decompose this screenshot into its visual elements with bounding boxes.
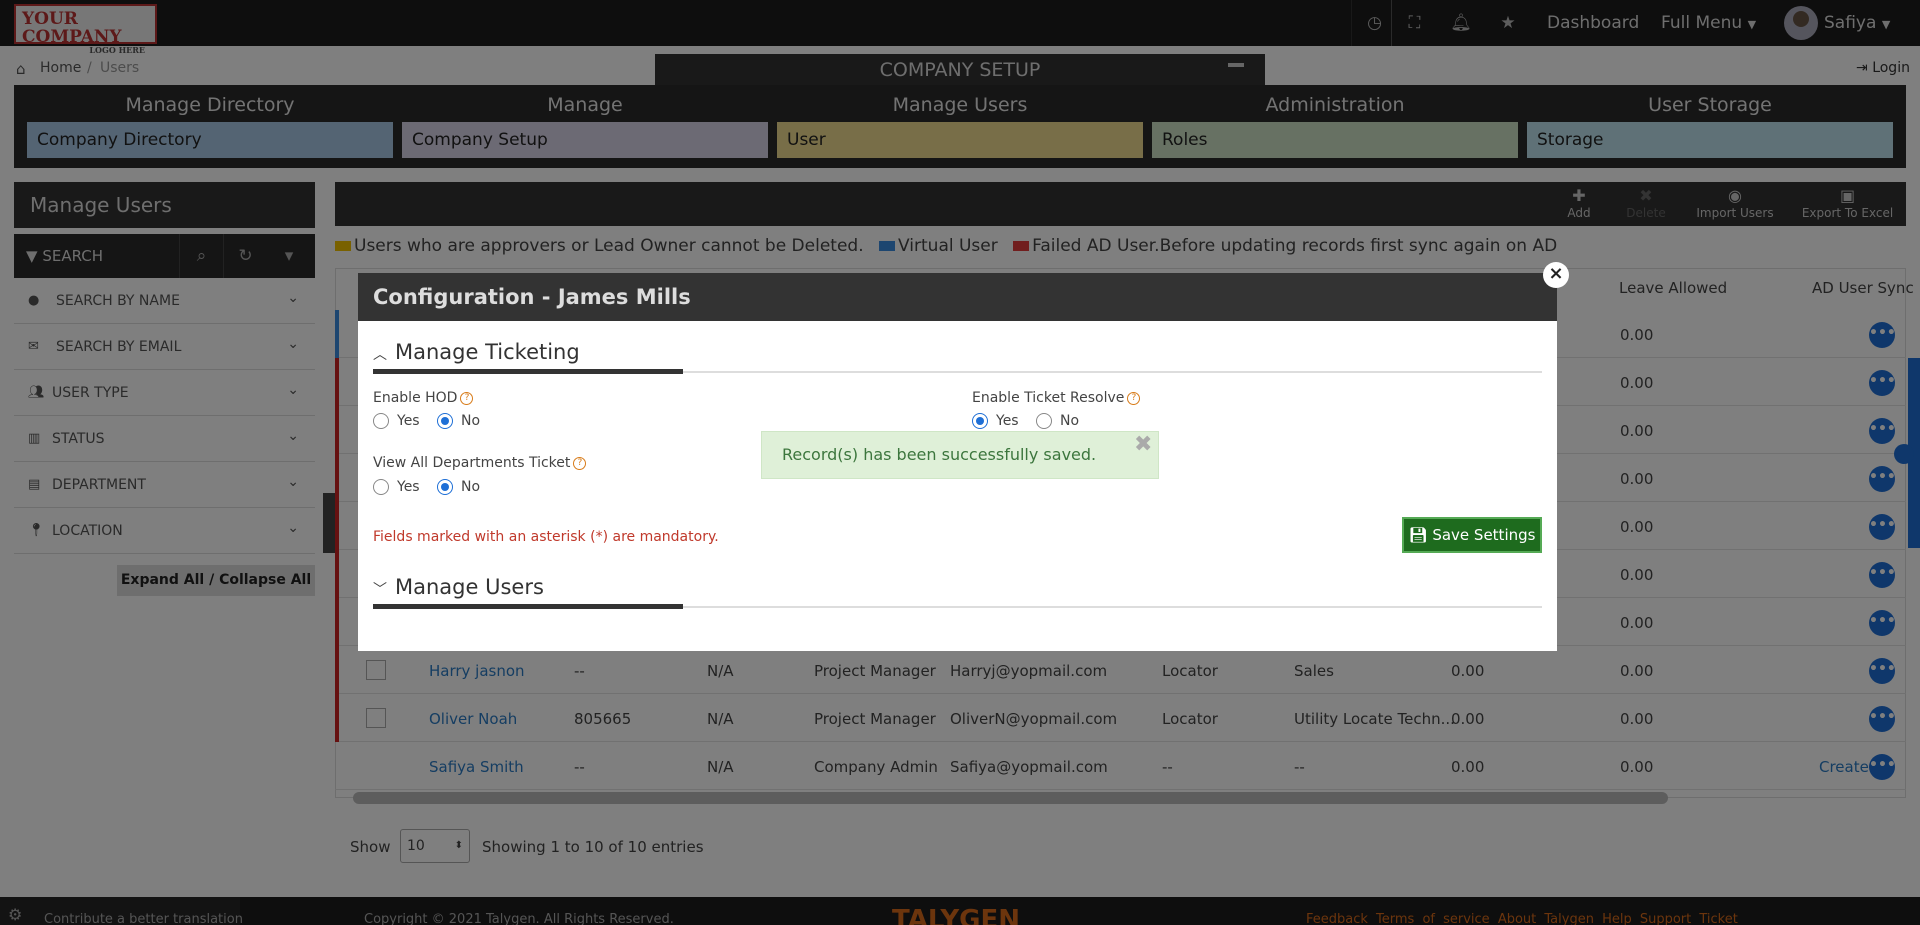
field-label: Enable Ticket Resolve	[972, 390, 1125, 406]
save-label: Save Settings	[1432, 526, 1536, 544]
ticket-resolve-yes[interactable]: Yes	[972, 413, 1019, 429]
view-all-departments-label: View All Departments Ticket?	[373, 455, 587, 471]
view-all-no[interactable]: No	[437, 479, 480, 495]
radio-yes[interactable]	[972, 413, 988, 429]
enable-hod-no[interactable]: No	[437, 413, 480, 429]
toast-close-icon[interactable]: ✖	[1134, 432, 1152, 457]
modal-title: Configuration - James Mills	[358, 273, 1557, 321]
ticket-resolve-no[interactable]: No	[1036, 413, 1079, 429]
radio-yes[interactable]	[373, 479, 389, 495]
help-icon[interactable]: ?	[573, 456, 587, 470]
chevron-up-icon: ︿	[373, 347, 387, 363]
mandatory-note: Fields marked with an asterisk (*) are m…	[373, 529, 719, 545]
help-icon[interactable]: ?	[1127, 391, 1141, 405]
radio-label: Yes	[996, 413, 1019, 429]
radio-no[interactable]	[1036, 413, 1052, 429]
enable-hod-label: Enable HOD?	[373, 390, 474, 406]
save-icon: 💾︎	[1408, 526, 1428, 544]
radio-no[interactable]	[437, 479, 453, 495]
radio-label: No	[461, 479, 481, 495]
radio-label: No	[1060, 413, 1080, 429]
section-divider	[373, 369, 1542, 374]
radio-no[interactable]	[437, 413, 453, 429]
radio-label: Yes	[397, 413, 420, 429]
section-title: Manage Users	[395, 575, 544, 599]
enable-ticket-resolve-label: Enable Ticket Resolve?	[972, 390, 1141, 406]
modal-close-button[interactable]: ×	[1543, 262, 1569, 288]
view-all-yes[interactable]: Yes	[373, 479, 420, 495]
toast-message: Record(s) has been successfully saved.	[782, 445, 1097, 464]
save-settings-button[interactable]: 💾︎ Save Settings	[1402, 517, 1542, 553]
help-icon[interactable]: ?	[460, 391, 474, 405]
section-manage-ticketing[interactable]: ︿ Manage Ticketing	[373, 340, 580, 364]
section-divider	[373, 604, 1542, 609]
field-label: Enable HOD	[373, 390, 458, 406]
radio-yes[interactable]	[373, 413, 389, 429]
radio-label: No	[461, 413, 481, 429]
section-title: Manage Ticketing	[395, 340, 580, 364]
enable-hod-yes[interactable]: Yes	[373, 413, 420, 429]
field-label: View All Departments Ticket	[373, 455, 571, 471]
section-manage-users[interactable]: ﹀ Manage Users	[373, 575, 544, 599]
chevron-down-icon: ﹀	[373, 582, 387, 598]
radio-label: Yes	[397, 479, 420, 495]
